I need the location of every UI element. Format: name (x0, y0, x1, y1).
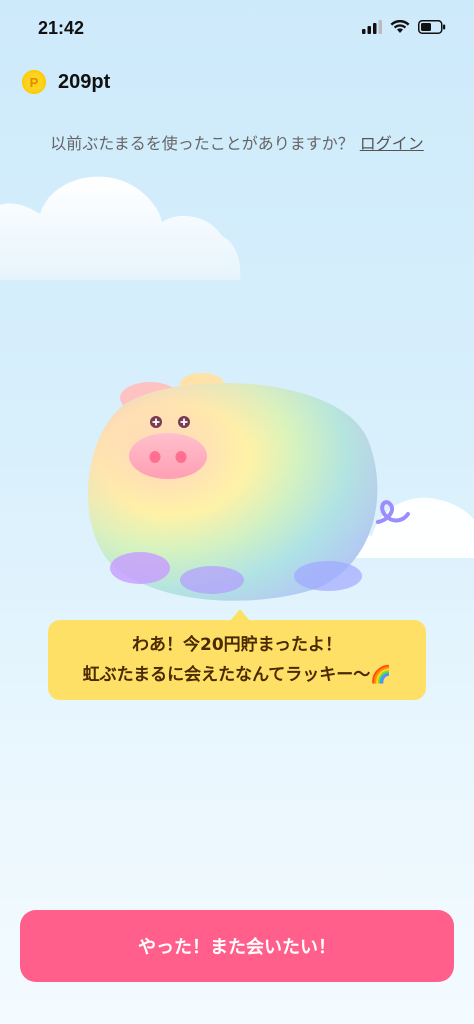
pig-tail (376, 500, 410, 524)
coin-icon: P (22, 70, 46, 94)
bubble-line-2: 虹ぶたまるに会えたなんてラッキー〜🌈 (82, 665, 392, 685)
wifi-icon (390, 20, 410, 33)
pig-leg (294, 561, 362, 591)
rainbow-pig-illustration (78, 370, 418, 610)
happy-again-button[interactable]: やった！また会いたい！ (20, 910, 454, 982)
signal-icon (362, 20, 382, 34)
points-display: P 209pt (22, 70, 110, 94)
status-bar: 21:42 (0, 0, 474, 60)
login-link[interactable]: ログイン (360, 134, 424, 153)
pig-leg (180, 566, 244, 594)
points-value: 209pt (58, 70, 111, 93)
pig-graphic (88, 373, 410, 601)
status-icons (362, 20, 446, 34)
pig-snout (129, 433, 207, 479)
login-question: 以前ぶたまるを使ったことがありますか？ (50, 134, 354, 153)
speech-bubble: わあ！今20円貯まったよ！ 虹ぶたまるに会えたなんてラッキー〜🌈 (48, 609, 426, 700)
bubble-line-1: わあ！今20円貯まったよ！ (132, 635, 342, 655)
status-time: 21:42 (38, 18, 85, 38)
cloud-left (0, 176, 241, 280)
battery-icon (418, 20, 446, 34)
login-prompt: 以前ぶたまるを使ったことがありますか？ ログイン (0, 130, 474, 154)
pig-leg (110, 552, 170, 584)
